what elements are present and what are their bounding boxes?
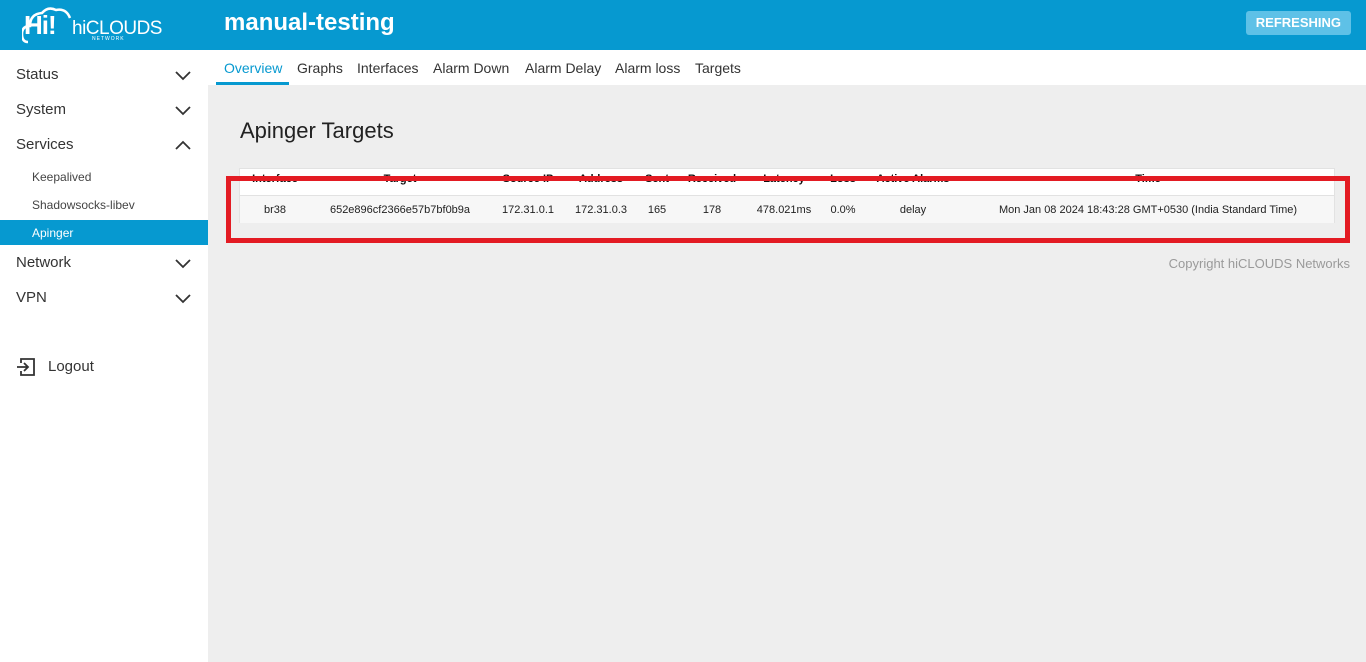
logout-button[interactable]: Logout: [0, 352, 208, 382]
tab-targets[interactable]: Targets: [695, 60, 741, 76]
tab-graphs[interactable]: Graphs: [297, 60, 343, 76]
logo-subtitle: NETWORK: [92, 36, 125, 42]
tab-alarm-down[interactable]: Alarm Down: [433, 60, 509, 76]
hostname: manual-testing: [224, 9, 395, 36]
tab-alarm-delay[interactable]: Alarm Delay: [525, 60, 601, 76]
sidebar-subitem-label: Apinger: [32, 226, 74, 240]
sidebar-item-services[interactable]: Services: [0, 128, 208, 163]
sidebar-item-label: VPN: [16, 289, 47, 306]
sidebar: Status System Services Keepalived Shadow…: [0, 50, 208, 662]
sidebar-subitem-shadowsocks[interactable]: Shadowsocks-libev: [0, 192, 208, 217]
tab-alarm-loss[interactable]: Alarm loss: [615, 60, 680, 76]
sidebar-item-network[interactable]: Network: [0, 246, 208, 281]
sidebar-item-status[interactable]: Status: [0, 58, 208, 93]
tab-interfaces[interactable]: Interfaces: [357, 60, 418, 76]
active-tab-indicator: [216, 82, 289, 85]
highlight-box: [226, 176, 1350, 243]
refreshing-button[interactable]: REFRESHING: [1245, 11, 1351, 35]
chevron-down-icon: [175, 106, 191, 116]
chevron-down-icon: [175, 71, 191, 81]
tab-bar: Overview Graphs Interfaces Alarm Down Al…: [208, 50, 1366, 85]
sidebar-item-system[interactable]: System: [0, 93, 208, 128]
sidebar-subitem-label: Shadowsocks-libev: [32, 198, 135, 212]
sidebar-item-label: Network: [16, 254, 72, 271]
chevron-up-icon: [175, 140, 191, 150]
logout-icon: [17, 358, 35, 376]
tab-overview[interactable]: Overview: [224, 60, 282, 76]
chevron-down-icon: [175, 259, 191, 269]
hiclouds-logo[interactable]: Hi! hiCLOUDS NETWORK: [22, 4, 162, 44]
copyright-text: Copyright hiCLOUDS Networks: [1168, 256, 1350, 271]
sidebar-subitem-keepalived[interactable]: Keepalived: [0, 164, 208, 189]
sidebar-item-vpn[interactable]: VPN: [0, 281, 208, 316]
chevron-down-icon: [175, 294, 191, 304]
page-title: Apinger Targets: [240, 118, 394, 143]
logo-hi: Hi!: [24, 10, 57, 40]
sidebar-subitem-label: Keepalived: [32, 170, 92, 184]
sidebar-item-label: Status: [16, 66, 59, 83]
logout-label: Logout: [48, 358, 94, 375]
sidebar-item-label: Services: [16, 136, 74, 153]
sidebar-subitem-apinger[interactable]: Apinger: [0, 220, 208, 245]
sidebar-item-label: System: [16, 101, 67, 118]
top-header: Hi! hiCLOUDS NETWORK manual-testing REFR…: [0, 0, 1366, 50]
